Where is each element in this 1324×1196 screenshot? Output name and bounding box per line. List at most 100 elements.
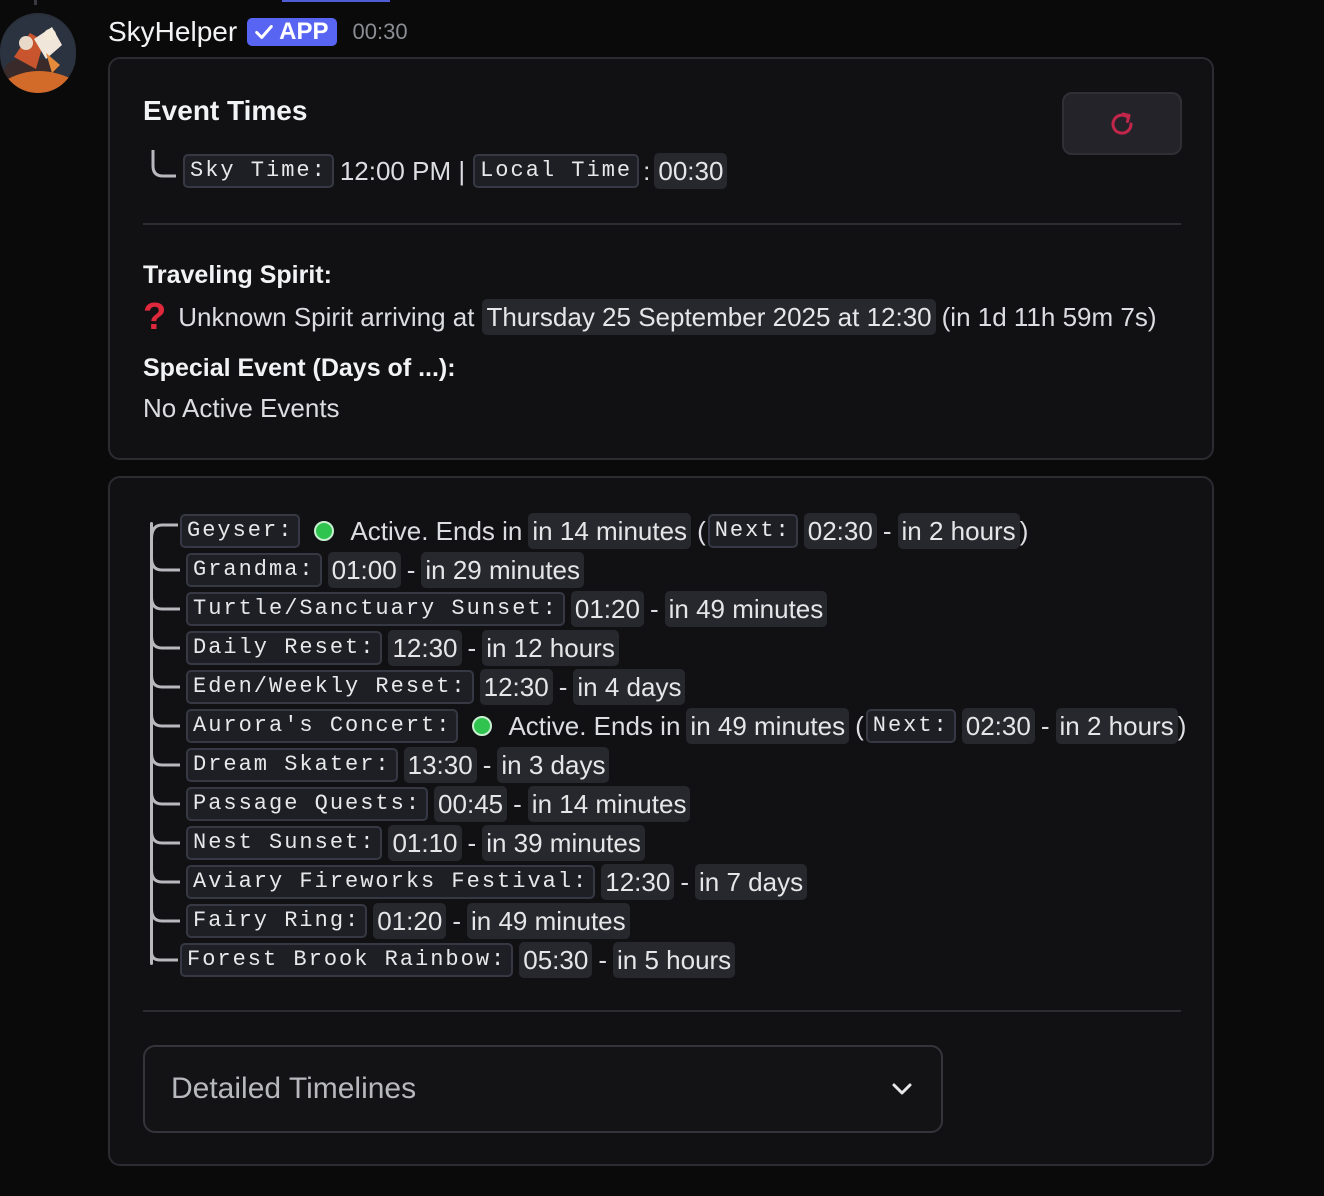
dash: - [406, 554, 416, 585]
event-times-card: Event Times Sky Time: 12:00 PM | Local T… [108, 57, 1214, 460]
event-relative-time: in 14 minutes [527, 786, 691, 822]
event-relative-time: in 7 days [695, 864, 808, 900]
event-label: Forest Brook Rainbow: [180, 943, 514, 977]
username[interactable]: SkyHelper [108, 16, 237, 48]
reply-line [34, 0, 37, 5]
event-time: 01:00 [327, 552, 401, 588]
ends-in: in 14 minutes [528, 513, 692, 549]
event-row: Turtle/Sanctuary Sunset: 01:20- in 49 minu… [150, 591, 828, 627]
message-timestamp[interactable]: 00:30 [353, 19, 408, 45]
event-row: Fairy Ring: 01:20- in 49 minutes [150, 903, 630, 939]
event-time: 00:45 [434, 786, 508, 822]
tree-branch-icon [150, 557, 180, 572]
event-list-card: Geyser: Active. Ends in in 14 minutes(Next… [108, 476, 1214, 1166]
sky-time-value: 12:00 PM | [339, 155, 466, 186]
event-row: Aviary Fireworks Festival: 12:30- in 7 day… [150, 864, 808, 900]
dash: - [1040, 710, 1050, 741]
event-row: Daily Reset: 12:30- in 12 hours [150, 630, 619, 666]
local-time-colon: : [643, 155, 651, 186]
spirit-countdown: (in 1d 11h 59m 7s) [941, 301, 1157, 332]
tree-branch-icon [150, 635, 180, 650]
dash: - [680, 866, 690, 897]
event-relative-time: in 49 minutes [466, 903, 630, 939]
event-time: 05:30 [519, 942, 593, 978]
event-time: 12:30 [479, 669, 553, 705]
card-divider [143, 223, 1181, 225]
next-label: Next: [707, 514, 798, 548]
time-line: Sky Time: 12:00 PM | Local Time : 00:30 [150, 150, 728, 191]
badge-label: APP [279, 18, 329, 45]
event-row: Aurora's Concert: Active. Ends in in 49 mi… [150, 708, 1186, 744]
special-event-text: No Active Events [143, 393, 340, 423]
traveling-spirit-line: ? Unknown Spirit arriving at Thursday 25… [143, 297, 1157, 337]
event-row: Eden/Weekly Reset: 12:30- in 4 days [150, 669, 686, 705]
active-text: Active. Ends in [350, 515, 523, 546]
ends-in: in 49 minutes [686, 708, 850, 744]
tree-branch-icon [150, 791, 180, 806]
event-relative-time: in 3 days [497, 747, 610, 783]
spirit-date: Thursday 25 September 2025 at 12:30 [482, 299, 936, 335]
event-label: Aurora's Concert: [186, 709, 459, 743]
previous-element-edge [282, 0, 390, 2]
spirit-text: Unknown Spirit arriving at [178, 301, 475, 332]
special-event-title: Special Event (Days of ...): [143, 354, 456, 382]
tree-branch-icon [150, 830, 180, 845]
event-label: Geyser: [180, 514, 301, 548]
dash: - [558, 671, 568, 702]
traveling-spirit-title: Traveling Spirit: [143, 261, 332, 289]
card-divider [143, 1010, 1181, 1012]
app-badge: APP [247, 18, 337, 46]
event-label: Passage Quests: [186, 787, 429, 821]
event-label: Aviary Fireworks Festival: [186, 865, 596, 899]
avatar[interactable] [0, 13, 76, 93]
event-time: 12:30 [388, 630, 462, 666]
event-time: 01:20 [373, 903, 447, 939]
local-time-label: Local Time [473, 154, 640, 188]
tree-branch-icon [151, 150, 176, 178]
tree-branch-icon [150, 940, 178, 962]
check-icon [255, 25, 273, 39]
tree-branch-icon [150, 523, 178, 540]
event-label: Daily Reset: [186, 631, 383, 665]
refresh-button[interactable] [1062, 92, 1182, 155]
event-row: Forest Brook Rainbow: 05:30- in 5 hours [150, 940, 736, 978]
event-time: 01:10 [388, 825, 462, 861]
event-time: 13:30 [403, 747, 477, 783]
event-relative-time: in 49 minutes [664, 591, 828, 627]
event-row: Dream Skater: 13:30- in 3 days [150, 747, 610, 783]
question-mark-icon: ? [143, 296, 167, 338]
local-time-value: 00:30 [654, 153, 728, 189]
active-text: Active. Ends in [508, 710, 681, 741]
card-title: Event Times [143, 95, 308, 126]
event-row: Geyser: Active. Ends in in 14 minutes(Next… [150, 513, 1029, 549]
event-relative-time: in 2 hours [1055, 708, 1178, 744]
dash: - [467, 827, 477, 858]
message-header: SkyHelper APP 00:30 [108, 12, 408, 52]
event-label: Turtle/Sanctuary Sunset: [186, 592, 565, 626]
event-relative-time: in 12 hours [482, 630, 619, 666]
close-paren: ) [1019, 515, 1029, 546]
event-label: Dream Skater: [186, 748, 398, 782]
event-label: Grandma: [186, 553, 322, 587]
sky-time-label: Sky Time: [183, 154, 334, 188]
dash: - [513, 788, 522, 819]
event-relative-time: in 4 days [573, 669, 686, 705]
detailed-timelines-select[interactable]: Detailed Timelines [143, 1045, 943, 1133]
event-relative-time: in 29 minutes [421, 552, 585, 588]
open-paren: ( [697, 515, 706, 546]
event-relative-time: in 39 minutes [482, 825, 645, 861]
tree-branch-icon [150, 752, 180, 767]
event-relative-time: in 2 hours [897, 513, 1020, 549]
event-label: Nest Sunset: [186, 826, 383, 860]
event-time: 01:20 [570, 591, 644, 627]
event-relative-time: in 5 hours [613, 942, 736, 978]
event-time: 12:30 [601, 864, 675, 900]
dash: - [882, 515, 892, 546]
tree-branch-icon [150, 713, 180, 728]
event-time: 02:30 [803, 513, 877, 549]
event-row: Passage Quests: 00:45- in 14 minutes [150, 786, 691, 822]
next-label: Next: [865, 709, 956, 743]
dash: - [452, 905, 461, 936]
dash: - [467, 632, 477, 663]
event-label: Eden/Weekly Reset: [186, 670, 474, 704]
